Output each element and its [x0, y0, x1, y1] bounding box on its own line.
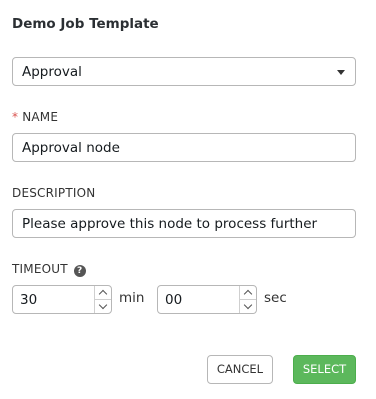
description-input[interactable]	[12, 209, 356, 238]
chevron-up-icon	[98, 289, 108, 299]
name-input[interactable]	[12, 133, 356, 162]
node-type-selected-value: Approval	[22, 64, 82, 80]
timeout-minutes-input[interactable]	[13, 286, 97, 313]
name-label: * NAME	[12, 110, 58, 124]
name-label-text: NAME	[22, 110, 59, 124]
minutes-unit-label: min	[119, 290, 145, 306]
dropdown-arrow-icon	[337, 70, 345, 75]
chevron-down-icon	[98, 300, 108, 310]
timeout-seconds-stepper	[157, 285, 257, 314]
minutes-decrement-button[interactable]	[95, 300, 111, 313]
minutes-spin-buttons	[94, 286, 111, 313]
timeout-label-text: TIMEOUT	[12, 262, 68, 276]
chevron-up-icon	[243, 289, 253, 299]
required-asterisk: *	[12, 110, 19, 124]
page-title: Demo Job Template	[12, 16, 159, 32]
help-icon[interactable]: ?	[73, 265, 86, 277]
node-type-select[interactable]: Approval	[12, 57, 356, 86]
select-button[interactable]: SELECT	[293, 355, 356, 384]
seconds-unit-label: sec	[264, 290, 287, 306]
seconds-decrement-button[interactable]	[240, 300, 256, 313]
approval-node-form: Demo Job Template Approval *NAME DESCRIP…	[0, 0, 376, 399]
timeout-minutes-stepper	[12, 285, 112, 314]
timeout-seconds-input[interactable]	[158, 286, 242, 313]
seconds-increment-button[interactable]	[240, 286, 256, 300]
minutes-increment-button[interactable]	[95, 286, 111, 300]
cancel-button[interactable]: CANCEL	[207, 355, 273, 384]
chevron-down-icon	[243, 300, 253, 310]
description-label: DESCRIPTION	[12, 186, 96, 200]
timeout-label: TIMEOUT?	[12, 262, 86, 277]
seconds-spin-buttons	[239, 286, 256, 313]
